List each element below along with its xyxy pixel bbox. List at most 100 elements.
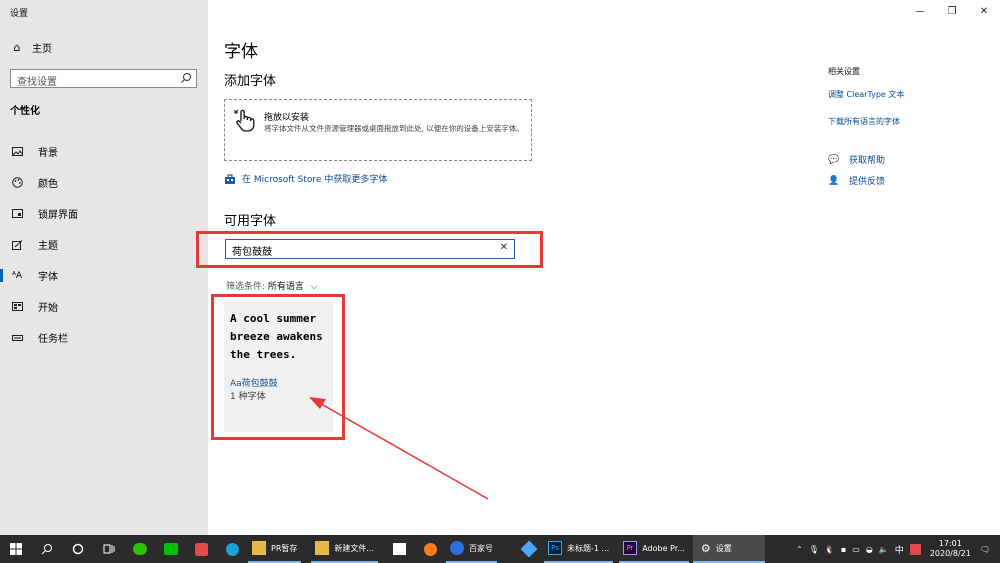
sidebar-item-colors[interactable]: 颜色: [0, 167, 208, 198]
qq-icon[interactable]: 🐧: [825, 545, 835, 554]
notification-icon[interactable]: 🗨: [980, 545, 990, 554]
sidebar-item-lockscreen[interactable]: 锁屏界面: [0, 198, 208, 229]
window-title: 设置: [10, 9, 29, 19]
taskbar-app-label: 百家号: [469, 543, 494, 553]
premiere-icon: Pr: [623, 541, 638, 555]
cortana-icon[interactable]: [62, 535, 93, 563]
taskbar-app-photoshop[interactable]: Ps 未标题-1 ...: [544, 535, 614, 563]
download-fonts-link[interactable]: 下载所有语言的字体: [828, 116, 904, 127]
store-link-label: 在 Microsoft Store 中获取更多字体: [242, 175, 388, 185]
microsoft-store-link[interactable]: 在 Microsoft Store 中获取更多字体: [224, 172, 387, 185]
sidebar-item-taskbar[interactable]: 任务栏: [0, 322, 208, 353]
language-filter[interactable]: 筛选条件: 所有语言 ⌵: [226, 279, 318, 292]
microphone-icon[interactable]: 🎙: [809, 545, 819, 554]
taskbar-app-settings[interactable]: ⚙ 设置: [692, 535, 765, 563]
sidebar-item-label: 字体: [38, 272, 58, 283]
feather-icon[interactable]: [513, 535, 544, 563]
system-tray: ⌃ 🎙 🐧 ▪ ▭ ◒ 🔈 中 17:01 2020/8/21 🗨: [793, 535, 1000, 563]
close-button[interactable]: ✕: [968, 0, 1000, 22]
sidebar-item-label: 颜色: [38, 179, 58, 190]
sidebar-item-label: 开始: [38, 303, 58, 314]
sidebar-item-start[interactable]: 开始: [0, 291, 208, 322]
cleartype-link[interactable]: 调整 ClearType 文本: [828, 89, 904, 100]
chat-icon: 💬: [828, 154, 840, 165]
battery-icon[interactable]: ▭: [852, 545, 860, 554]
windows-icon: [9, 543, 22, 555]
store-taskbar-icon[interactable]: [384, 535, 415, 563]
related-settings: 相关设置 调整 ClearType 文本 下载所有语言的字体: [828, 66, 904, 127]
baijiahao-icon: [450, 541, 465, 555]
maximize-button[interactable]: ❐: [936, 0, 968, 22]
iqiyi-icon[interactable]: [155, 535, 186, 563]
get-help-link[interactable]: 💬 获取帮助: [828, 153, 885, 167]
taskbar-app-premiere[interactable]: Pr Adobe Pr...: [619, 535, 689, 563]
taskbar-app-label: Adobe Pr...: [642, 543, 685, 553]
task-view-icon[interactable]: [93, 535, 124, 563]
taskbar-app-label: PR暂存: [271, 543, 298, 553]
lock-screen-icon: [10, 209, 24, 218]
drag-hand-icon: [234, 109, 255, 132]
palette-icon: [10, 177, 24, 188]
section-heading: 个性化: [10, 106, 40, 117]
add-fonts-heading: 添加字体: [224, 74, 277, 89]
drop-zone-title: 拖放以安装: [264, 113, 310, 123]
clock[interactable]: 17:01 2020/8/21: [930, 539, 971, 559]
settings-search[interactable]: [10, 69, 197, 91]
folder-icon: [252, 541, 266, 555]
search-icon[interactable]: [31, 535, 62, 563]
ime-indicator[interactable]: 中: [895, 543, 904, 556]
image-icon: [10, 147, 24, 156]
input-method-icon[interactable]: [909, 543, 921, 555]
clock-time: 17:01: [938, 539, 962, 548]
sidebar-item-background[interactable]: 背景: [0, 136, 208, 167]
taskbar: PR暂存 新建文件... 百家号 Ps 未标题-1 ... Pr Adobe P…: [0, 535, 1000, 563]
filter-label: 筛选条件:: [226, 282, 266, 292]
sidebar-item-label: 主题: [38, 241, 58, 252]
taskbar-app-baijiahao[interactable]: 百家号: [446, 535, 498, 563]
store-icon: [225, 173, 235, 184]
related-heading: 相关设置: [828, 67, 860, 76]
settings-search-input[interactable]: [11, 74, 171, 91]
sidebar-item-label: 锁屏界面: [38, 210, 78, 221]
sidebar-item-label: 任务栏: [38, 334, 68, 345]
sidebar-item-themes[interactable]: 主题: [0, 229, 208, 260]
gear-icon: ⚙: [700, 541, 711, 555]
volume-icon[interactable]: 🔈: [879, 545, 889, 554]
sidebar-item-label: 背景: [38, 148, 58, 159]
taskbar-app-label: 未标题-1 ...: [567, 543, 610, 553]
wechat-icon[interactable]: [124, 535, 155, 563]
network-icon[interactable]: ◒: [866, 545, 873, 554]
window-controls: — ❐ ✕: [904, 0, 1000, 22]
sidebar: 设置 ⌂ 主页 个性化 背景 颜色 锁屏界面 主题 ᴬA 字体 开: [0, 0, 208, 535]
taskbar-app-label: 新建文件...: [334, 543, 375, 553]
start-icon: [10, 302, 24, 311]
taskbar-icon: [10, 334, 24, 341]
home-label: 主页: [32, 44, 52, 55]
sidebar-item-fonts[interactable]: ᴬA 字体: [0, 260, 208, 291]
photoshop-icon: Ps: [548, 541, 563, 555]
chevron-up-icon[interactable]: ⌃: [796, 545, 803, 554]
help-section: 💬 获取帮助 👤 提供反馈: [828, 153, 885, 195]
sidebar-nav: 背景 颜色 锁屏界面 主题 ᴬA 字体 开始 任务栏: [0, 136, 208, 353]
start-button[interactable]: [0, 535, 31, 563]
taskbar-app-pr-temp[interactable]: PR暂存: [248, 535, 302, 563]
minimize-button[interactable]: —: [904, 0, 936, 22]
drop-zone-description: 将字体文件从文件资源管理器或桌面拖放到此处, 以便在你的设备上安装字体。: [264, 124, 524, 133]
highlight-box: [196, 231, 543, 268]
clock-date: 2020/8/21: [929, 549, 971, 558]
search-icon[interactable]: [180, 72, 192, 84]
edge-icon[interactable]: [217, 535, 248, 563]
app-tray-icon[interactable]: ▪: [841, 545, 846, 554]
taskbar-app-new-folder[interactable]: 新建文件...: [311, 535, 379, 563]
chevron-down-icon: ⌵: [310, 282, 318, 292]
feedback-icon: 👤: [828, 175, 840, 186]
home-icon: ⌂: [13, 41, 21, 54]
taskbar-app-label: 设置: [715, 543, 732, 553]
theme-icon: [10, 239, 24, 250]
font-drop-zone[interactable]: 拖放以安装 将字体文件从文件资源管理器或桌面拖放到此处, 以便在你的设备上安装字…: [224, 99, 532, 161]
available-fonts-heading: 可用字体: [224, 214, 277, 229]
firefox-icon[interactable]: [415, 535, 446, 563]
toolbox-icon[interactable]: [186, 535, 217, 563]
feedback-link[interactable]: 👤 提供反馈: [828, 174, 885, 188]
home-nav-item[interactable]: ⌂ 主页: [10, 40, 53, 55]
